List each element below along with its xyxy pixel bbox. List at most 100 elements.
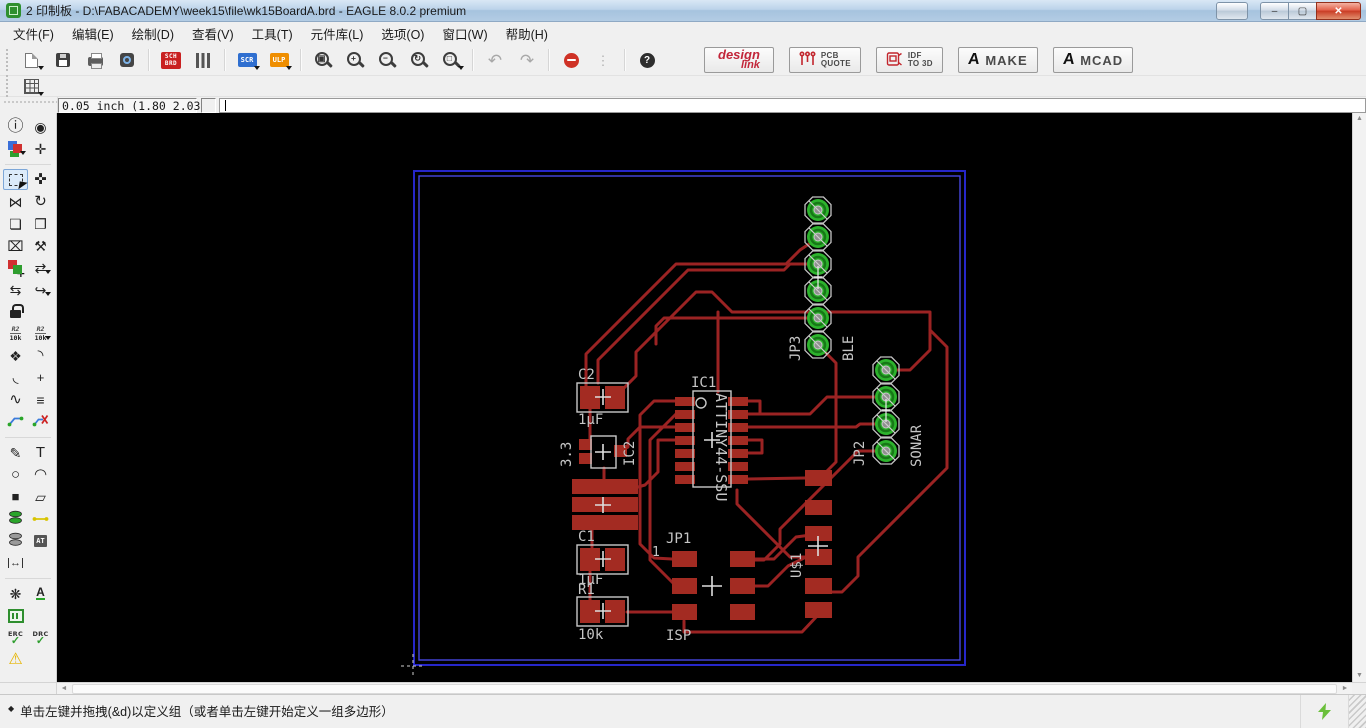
errors-tool[interactable]: ⚠ — [3, 649, 28, 670]
smash-tool[interactable]: ❖ — [3, 345, 28, 366]
menu-library[interactable]: 元件库(L) — [302, 21, 373, 46]
pcb-quote-button[interactable]: PCB QUOTE — [788, 47, 861, 73]
maximize-button[interactable]: ▢ — [1289, 2, 1316, 20]
delete-tool[interactable]: ⌧ — [3, 235, 28, 256]
autodesk-make-button[interactable]: A MAKE — [957, 47, 1038, 73]
mark-tool[interactable]: ✛ — [28, 138, 53, 159]
pinswap-tool[interactable]: ⇄ — [28, 257, 53, 278]
change-tool[interactable]: ⚒ — [28, 235, 53, 256]
label-jp1-ref: JP1 — [666, 531, 691, 547]
menu-draw[interactable]: 绘制(D) — [123, 21, 183, 46]
menu-help[interactable]: 帮助(H) — [497, 21, 557, 46]
toolbar-grip — [4, 75, 11, 97]
move-tool[interactable]: ✜ — [28, 169, 53, 190]
run-ulp-button[interactable]: ULP — [265, 47, 293, 73]
route-tool[interactable] — [3, 411, 28, 432]
via-tool[interactable] — [3, 508, 28, 529]
idf-to-3d-button[interactable]: IDF TO 3D — [875, 47, 943, 73]
paste-tool[interactable]: ❐ — [28, 213, 53, 234]
scroll-up-arrow[interactable]: ▲ — [1353, 113, 1366, 125]
menu-tools[interactable]: 工具(T) — [243, 21, 302, 46]
menu-file[interactable]: 文件(F) — [4, 21, 63, 46]
rotate-tool[interactable]: ↻ — [28, 191, 53, 212]
vertical-scrollbar[interactable]: ▲ ▼ — [1352, 113, 1366, 682]
save-button[interactable] — [49, 47, 77, 73]
name-tool[interactable]: R2 10k — [3, 323, 28, 344]
menu-options[interactable]: 选项(O) — [372, 21, 433, 46]
grid-button[interactable] — [17, 73, 45, 99]
circle-tool[interactable]: ○ — [3, 464, 28, 485]
undo-button[interactable]: ↶ — [481, 47, 509, 73]
dimension-tool[interactable]: ↔ — [3, 552, 28, 573]
zoom-select-button[interactable]: □ — [437, 47, 465, 73]
busy-indicator[interactable]: ⋮ — [589, 47, 617, 73]
replace-tool[interactable]: ⇆ — [3, 279, 28, 300]
horizontal-scrollbar[interactable]: ◄ ► — [57, 682, 1352, 694]
print-button[interactable] — [81, 47, 109, 73]
design-rules-tool[interactable] — [3, 605, 28, 626]
display-layers-tool[interactable] — [3, 138, 28, 159]
horizontal-scroll-thumb[interactable] — [72, 683, 1337, 694]
scrollbar-corner-left — [0, 682, 57, 694]
attribute-tool[interactable]: AT — [28, 530, 53, 551]
reposition-tool[interactable]: ↪ — [28, 279, 53, 300]
zoom-in-button[interactable]: + — [341, 47, 369, 73]
menu-edit[interactable]: 编辑(E) — [63, 21, 123, 46]
close-button[interactable]: ✕ — [1316, 2, 1361, 20]
menu-window[interactable]: 窗口(W) — [433, 21, 496, 46]
info-tool[interactable]: ⓘ — [3, 116, 28, 137]
value-tool[interactable]: R2 10k — [28, 323, 53, 344]
add-part-tool[interactable]: + — [3, 257, 28, 279]
scroll-down-arrow[interactable]: ▼ — [1353, 670, 1366, 682]
switch-sch-brd-button[interactable]: SCH BRD — [157, 47, 185, 73]
palette-row — [0, 411, 56, 433]
help-button[interactable]: ? — [633, 47, 661, 73]
erc-tool[interactable]: ERC ✓ — [3, 627, 28, 648]
zoom-fit-button[interactable]: ▣ — [309, 47, 337, 73]
wire-tool[interactable]: ✎ — [3, 442, 28, 463]
open-board-button[interactable] — [17, 47, 45, 73]
lock-tool[interactable] — [3, 301, 28, 322]
autorouter-tool[interactable]: A — [28, 583, 53, 604]
menu-view[interactable]: 查看(V) — [183, 21, 243, 46]
label-jp1-value: ISP — [666, 628, 691, 644]
board-canvas[interactable]: C2 1μF 3.3 IC2 IC1 ATTINY44-SSU C1 1μF R… — [57, 113, 1352, 682]
stop-button[interactable] — [557, 47, 585, 73]
autodesk-mcad-button[interactable]: A MCAD — [1052, 47, 1134, 73]
minimize-button[interactable]: – — [1260, 2, 1289, 20]
run-script-button[interactable]: SCR — [233, 47, 261, 73]
rect-tool[interactable]: ■ — [3, 486, 28, 507]
resize-grip[interactable] — [1348, 695, 1366, 728]
redo-button[interactable]: ↷ — [513, 47, 541, 73]
idf-doc-icon — [886, 51, 903, 70]
arc-tool[interactable]: ◠ — [28, 464, 53, 485]
scroll-left-arrow[interactable]: ◄ — [57, 685, 71, 692]
ripup-tool[interactable] — [28, 411, 53, 432]
library-manager-button[interactable] — [189, 47, 217, 73]
group-tool[interactable] — [3, 169, 28, 190]
copy-tool[interactable]: ❏ — [3, 213, 28, 234]
miter2-tool[interactable]: ◟ — [3, 367, 28, 388]
scroll-right-arrow[interactable]: ► — [1338, 685, 1352, 692]
hole-tool[interactable] — [3, 530, 28, 551]
align-tool[interactable]: ≡ — [28, 389, 53, 410]
zoom-out-button[interactable]: − — [373, 47, 401, 73]
split-tool[interactable]: + — [28, 367, 53, 388]
design-link-button[interactable]: design link — [704, 47, 774, 73]
zoom-redraw-button[interactable]: ↻ — [405, 47, 433, 73]
command-input[interactable] — [219, 97, 1366, 113]
dropdown-arrow-icon — [458, 66, 464, 70]
signal-tool[interactable] — [28, 508, 53, 529]
miter-tool[interactable]: ◝ — [28, 345, 53, 366]
hole-icon — [7, 532, 24, 550]
board-canvas-area[interactable]: C2 1μF 3.3 IC2 IC1 ATTINY44-SSU C1 1μF R… — [57, 113, 1352, 682]
float-button[interactable] — [1216, 2, 1248, 20]
ratsnest-tool[interactable]: ❋ — [3, 583, 28, 604]
mirror-tool[interactable]: ⋈ — [3, 191, 28, 212]
show-tool[interactable]: ◉ — [28, 116, 53, 137]
text-tool[interactable]: T — [28, 442, 53, 463]
meander-tool[interactable]: ∿ — [3, 389, 28, 410]
export-image-button[interactable] — [113, 47, 141, 73]
polygon-tool[interactable]: ▱ — [28, 486, 53, 507]
drc-tool[interactable]: DRC ✓ — [28, 627, 53, 648]
